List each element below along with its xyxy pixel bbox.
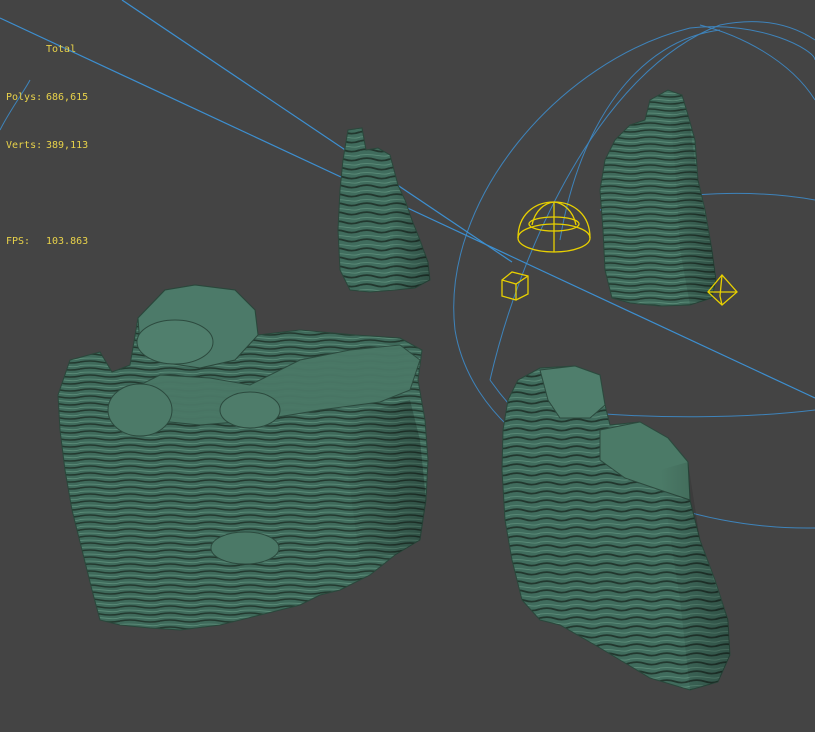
skylight-dome-icon[interactable] (517, 201, 591, 253)
verts-value: 389,113 (46, 140, 89, 151)
viewport-statistics: Total Polys: 686,615 Verts: 389,113 FPS: 10… (6, 10, 88, 282)
perspective-viewport[interactable]: Total Polys: 686,615 Verts: 389,113 FPS: 10… (0, 0, 815, 732)
polys-label: Polys: (6, 92, 43, 103)
large-rock-formation[interactable] (57, 284, 429, 631)
tall-rock-right[interactable] (599, 89, 717, 307)
polys-value: 686,615 (46, 92, 89, 103)
tall-rock-center[interactable] (337, 127, 431, 293)
verts-label: Verts: (6, 140, 43, 151)
fps-value: 103.863 (46, 236, 89, 247)
verts-stat: Verts: 389,113 (6, 138, 88, 154)
polys-stat: Polys: 686,615 (6, 90, 88, 106)
fps-label: FPS: (6, 236, 31, 247)
fps-stat: FPS: 103.863 (6, 234, 88, 250)
scene-render[interactable] (0, 0, 815, 732)
stats-title: Total (46, 44, 77, 55)
